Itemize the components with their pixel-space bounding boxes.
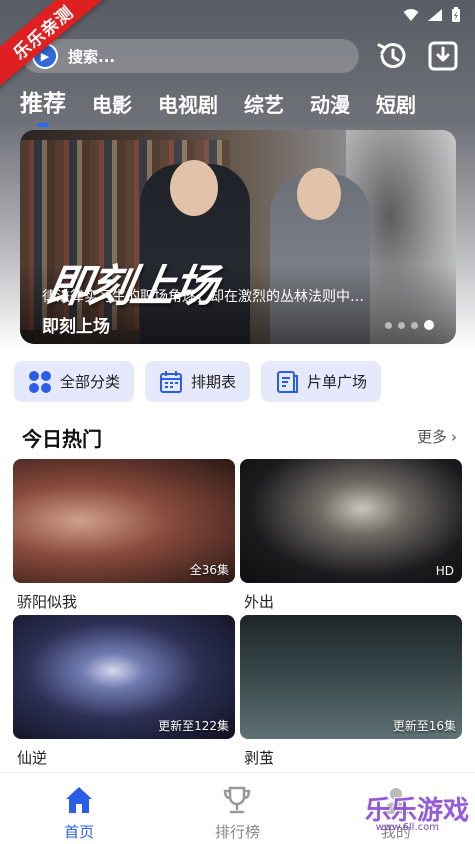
video-poster[interactable]: 全36集: [13, 459, 235, 583]
video-poster[interactable]: HD: [240, 459, 462, 583]
banner-pager: [385, 320, 434, 330]
tab-short-drama[interactable]: 短剧: [376, 89, 416, 118]
all-categories-button[interactable]: 全部分类: [14, 361, 135, 402]
search-bar[interactable]: ▶ 搜索...: [22, 39, 359, 73]
nav-ranking[interactable]: 排行榜: [177, 783, 297, 842]
tab-variety[interactable]: 综艺: [244, 89, 284, 118]
episode-badge: 全36集: [189, 563, 229, 577]
more-label: 更多: [416, 428, 447, 446]
banner-description: 律法律实习生的职场角逐，却在激烈的丛林法则中…: [42, 289, 364, 305]
banner-actor-female-head: [297, 168, 341, 220]
schedule-label: 排期表: [191, 373, 237, 391]
pager-dot[interactable]: [385, 321, 392, 329]
watermark-url: www.6ll.com: [375, 822, 439, 833]
video-poster[interactable]: 更新至122集: [13, 615, 235, 739]
video-card[interactable]: 更新至122集 仙逆: [13, 615, 235, 768]
grid-icon: [29, 370, 51, 393]
pager-dot[interactable]: [411, 321, 418, 329]
tab-movies[interactable]: 电影: [92, 89, 132, 118]
playlist-plaza-button[interactable]: 片单广场: [261, 361, 382, 402]
nav-ranking-label: 排行榜: [214, 823, 260, 841]
all-categories-label: 全部分类: [60, 373, 121, 391]
tab-recommend[interactable]: 推荐: [20, 84, 66, 127]
battery-icon: [452, 7, 460, 22]
video-poster[interactable]: 更新至16集: [240, 615, 462, 739]
episode-badge: 更新至16集: [392, 719, 456, 733]
section-title: 今日热门: [22, 427, 102, 451]
nav-home-label: 首页: [64, 823, 95, 841]
search-row: ▶ 搜索...: [22, 38, 462, 74]
download-icon: [428, 41, 458, 71]
episode-badge: 更新至122集: [158, 719, 229, 733]
category-tabs: 推荐 电影 电视剧 综艺 动漫 短剧: [20, 84, 416, 127]
history-icon: [377, 43, 405, 69]
playlist-plaza-label: 片单广场: [307, 373, 368, 391]
banner-title: 即刻上场: [42, 317, 110, 337]
video-title[interactable]: 仙逆: [13, 747, 235, 768]
quick-buttons: 全部分类 排期表 片单广场: [14, 361, 382, 402]
nav-home[interactable]: 首页: [19, 783, 139, 842]
signal-icon: [428, 9, 442, 21]
more-link[interactable]: 更多 ›: [417, 426, 457, 447]
banner-actor-male-head: [170, 160, 218, 216]
hd-badge: HD: [435, 564, 454, 578]
home-icon: [66, 787, 93, 813]
chevron-right-icon: ›: [451, 427, 457, 446]
search-placeholder: 搜索...: [68, 47, 116, 66]
pager-dot-active[interactable]: [424, 320, 434, 330]
tab-anime[interactable]: 动漫: [310, 89, 350, 118]
list-icon: [277, 370, 299, 393]
video-card[interactable]: 更新至16集 剥茧: [240, 615, 462, 768]
history-button[interactable]: [373, 37, 411, 75]
schedule-button[interactable]: 排期表: [145, 361, 251, 402]
video-title[interactable]: 剥茧: [240, 747, 462, 768]
calendar-icon: [160, 370, 183, 393]
video-title[interactable]: 骄阳似我: [13, 591, 235, 612]
tab-tv-series[interactable]: 电视剧: [158, 89, 218, 118]
pager-dot[interactable]: [398, 321, 405, 329]
video-card[interactable]: HD 外出: [240, 459, 462, 612]
hero-banner[interactable]: 即刻上场 律法律实习生的职场角逐，却在激烈的丛林法则中… 即刻上场: [20, 130, 456, 344]
video-card[interactable]: 全36集 骄阳似我: [13, 459, 235, 612]
download-button[interactable]: [424, 37, 462, 75]
video-title[interactable]: 外出: [240, 591, 462, 612]
trophy-icon: [224, 786, 251, 814]
wifi-icon: [403, 9, 419, 21]
